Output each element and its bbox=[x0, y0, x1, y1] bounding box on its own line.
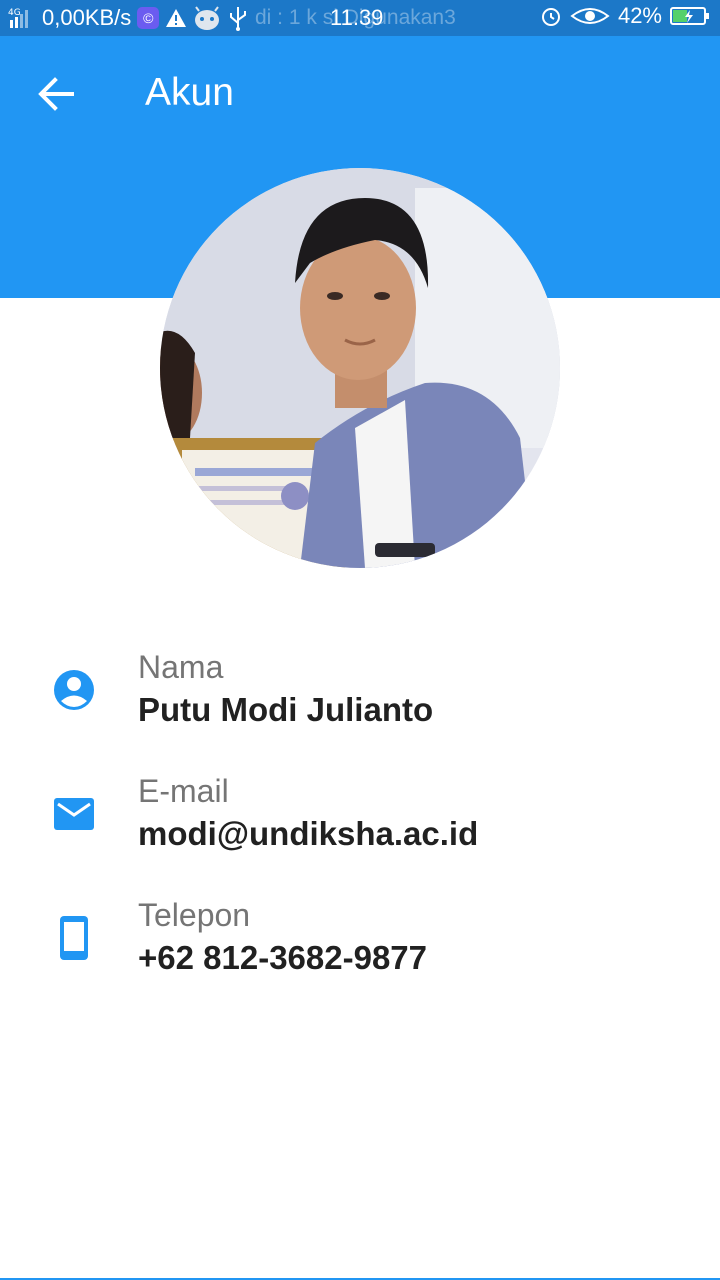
arrow-back-icon bbox=[38, 77, 74, 111]
warning-icon bbox=[165, 8, 187, 28]
email-value: modi@undiksha.ac.id bbox=[138, 815, 479, 852]
name-label: Nama bbox=[138, 649, 224, 685]
android-icon bbox=[193, 5, 221, 31]
page-title: Akun bbox=[145, 71, 234, 114]
email-label: E-mail bbox=[138, 773, 229, 809]
smartphone-icon bbox=[50, 914, 98, 962]
name-value: Putu Modi Julianto bbox=[138, 691, 434, 728]
battery-percent: 42% bbox=[617, 3, 662, 28]
status-left: 4G 0,00KB/s © bbox=[8, 5, 249, 31]
status-right: 42% bbox=[540, 3, 710, 29]
email-row: E-mail modi@undiksha.ac.id bbox=[0, 772, 720, 882]
usb-icon bbox=[227, 5, 249, 31]
status-bar: 4G 0,00KB/s © di : 1 k si Digunakan3 11.… bbox=[0, 0, 720, 36]
eye-icon bbox=[570, 5, 610, 27]
svg-text:4G: 4G bbox=[8, 8, 21, 18]
alarm-icon bbox=[540, 5, 562, 27]
phone-row: Telepon +62 812-3682-9877 bbox=[0, 896, 720, 1006]
avatar bbox=[160, 168, 560, 568]
email-icon bbox=[50, 790, 98, 838]
app-icon: © bbox=[137, 7, 160, 29]
phone-value: +62 812-3682-9877 bbox=[138, 939, 428, 976]
name-row: Nama Putu Modi Julianto bbox=[0, 648, 720, 758]
battery-charging-icon bbox=[670, 5, 710, 27]
signal-icon: 4G bbox=[8, 6, 36, 30]
account-circle-icon bbox=[50, 666, 98, 714]
status-time: 11.39 bbox=[330, 5, 384, 30]
profile-photo bbox=[160, 168, 560, 568]
network-speed: 0,00KB/s bbox=[42, 5, 132, 30]
back-button[interactable] bbox=[30, 74, 82, 114]
phone-label: Telepon bbox=[138, 897, 251, 933]
